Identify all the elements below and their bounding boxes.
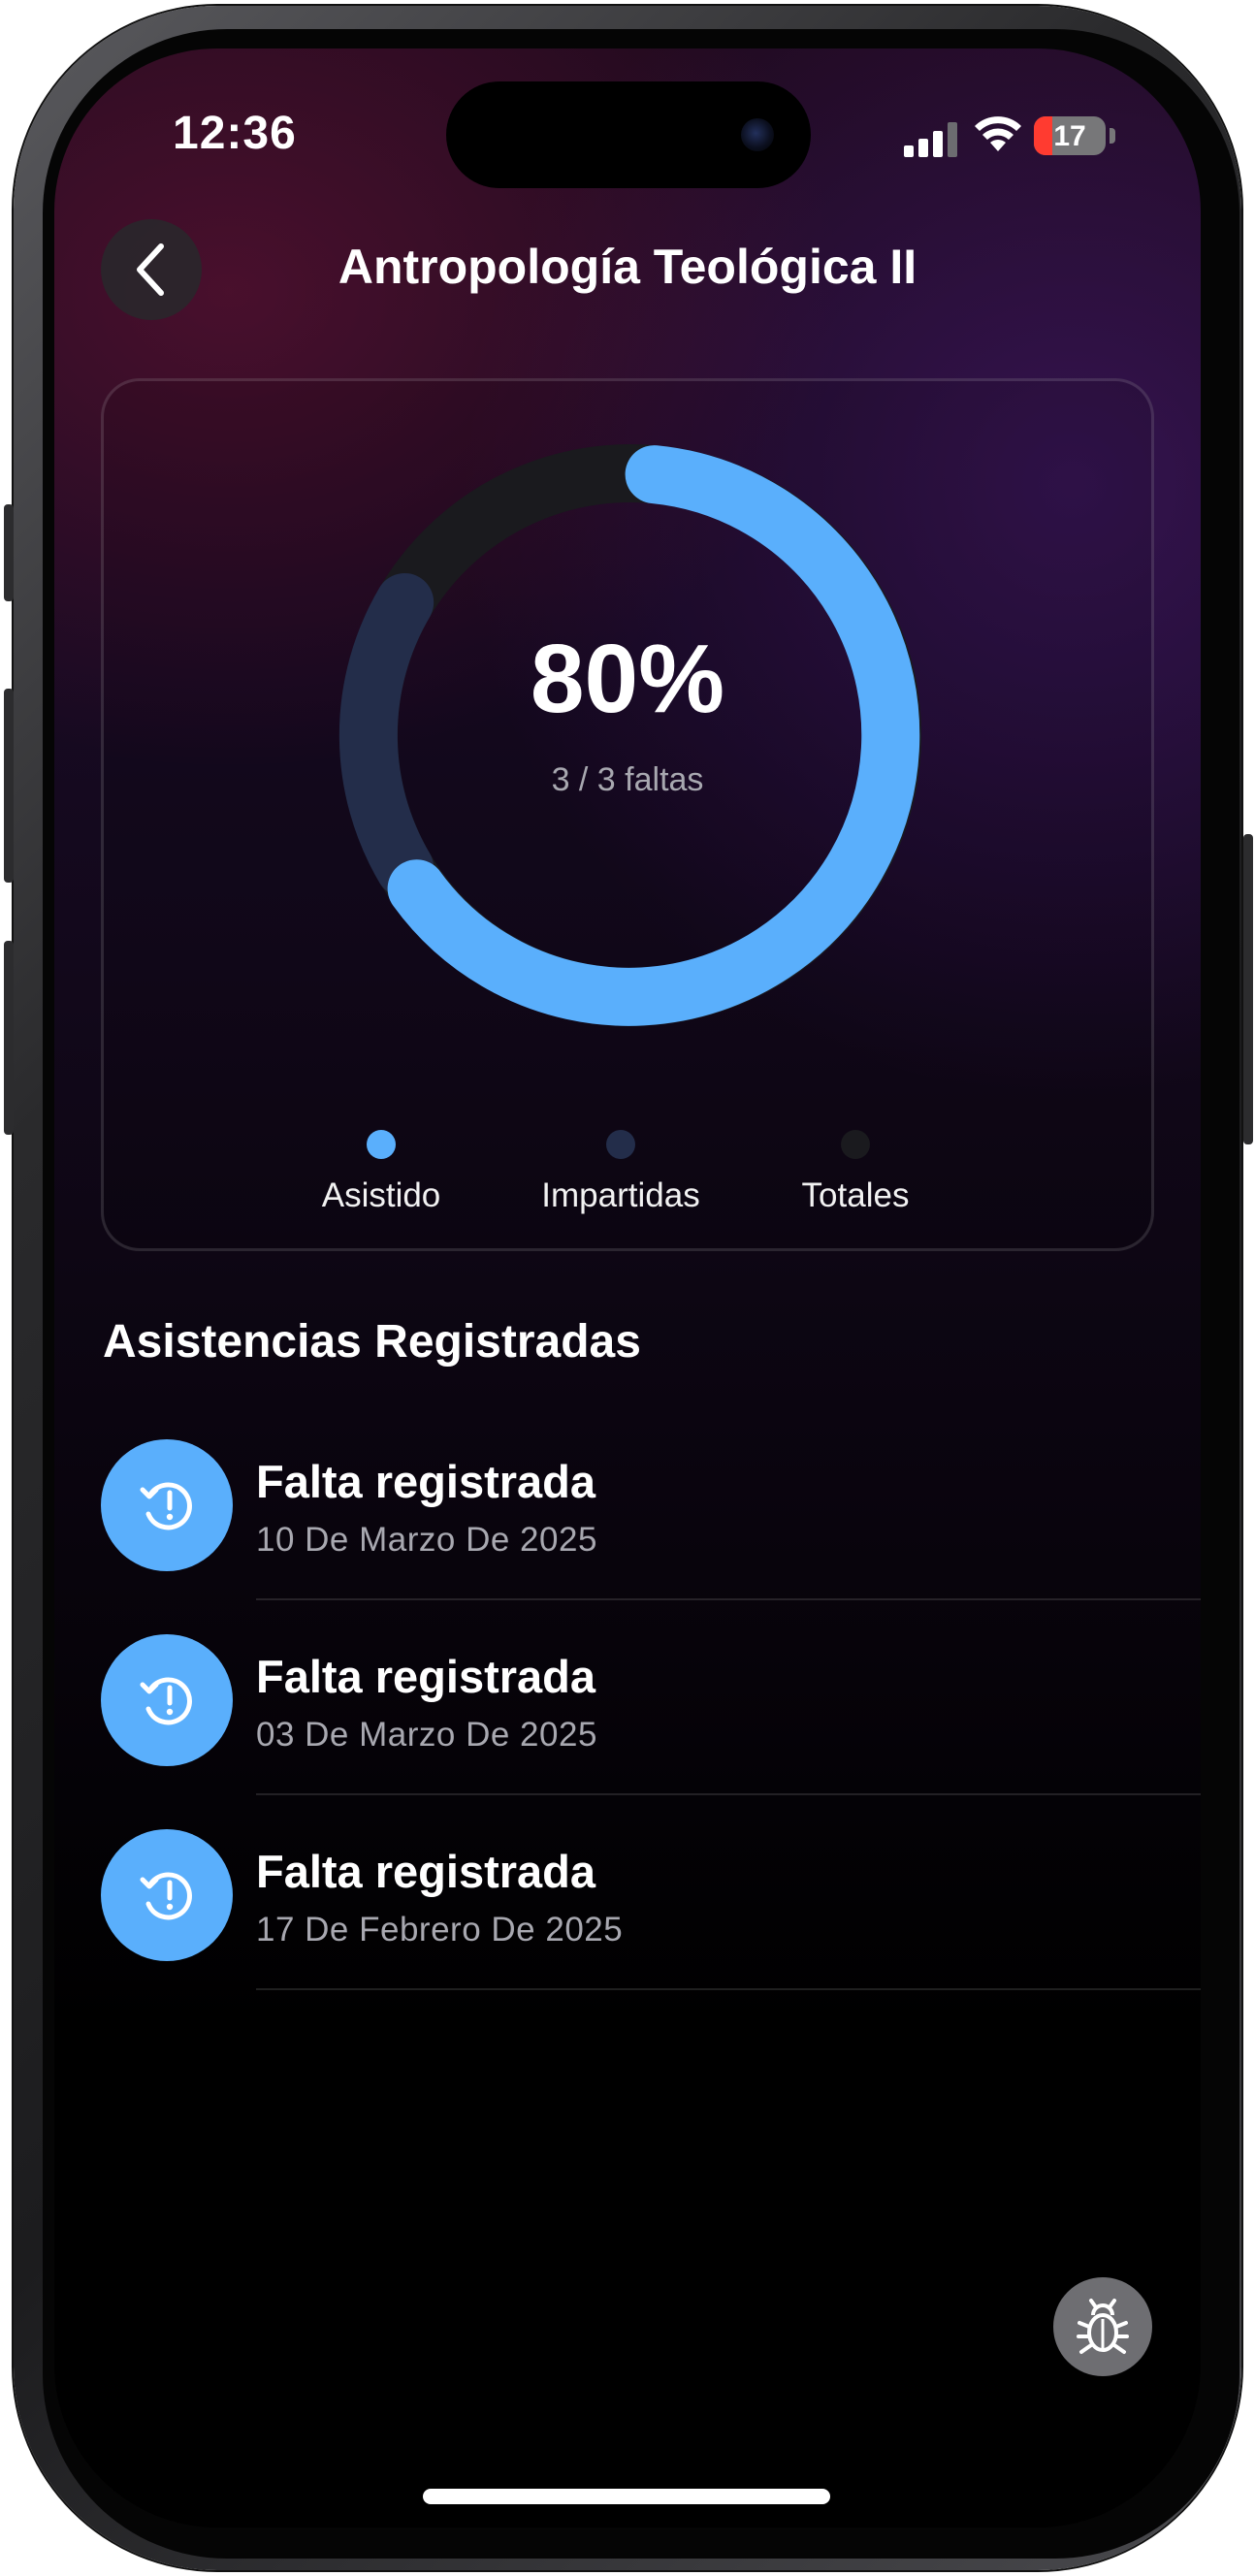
donut-segment-asistido bbox=[387, 445, 920, 1026]
item-title: Falta registrada bbox=[256, 1846, 596, 1897]
item-date: 17 De Febrero De 2025 bbox=[256, 1911, 624, 1948]
battery-cap bbox=[1110, 128, 1115, 144]
legend-item-asistido: Asistido bbox=[265, 1130, 498, 1215]
dynamic-island bbox=[446, 81, 811, 188]
divider bbox=[256, 1598, 1201, 1600]
list-item[interactable]: Falta registrada 10 De Marzo De 2025 bbox=[101, 1439, 1201, 1633]
legend-item-totales: Totales bbox=[739, 1130, 972, 1215]
divider bbox=[256, 1988, 1201, 1990]
legend-dot-asistido bbox=[367, 1130, 396, 1159]
page-title: Antropología Teológica II bbox=[338, 240, 917, 294]
legend-label: Asistido bbox=[321, 1176, 441, 1214]
debug-button[interactable] bbox=[1053, 2277, 1152, 2376]
camera-icon bbox=[741, 118, 774, 151]
history-alert-icon bbox=[101, 1634, 233, 1766]
side-button-volume-up bbox=[4, 689, 14, 883]
status-time: 12:36 bbox=[173, 108, 297, 159]
side-button-volume-down bbox=[4, 941, 14, 1135]
divider bbox=[256, 1793, 1201, 1795]
legend-label: Impartidas bbox=[541, 1176, 700, 1214]
item-title: Falta registrada bbox=[256, 1456, 596, 1507]
attendance-stats-card: 80% 3 / 3 faltas Asistido Impartidas Tot… bbox=[101, 378, 1154, 1251]
absences-count: 3 / 3 faltas bbox=[551, 761, 704, 798]
item-title: Falta registrada bbox=[256, 1651, 596, 1702]
item-date: 10 De Marzo De 2025 bbox=[256, 1521, 597, 1559]
list-item[interactable]: Falta registrada 17 De Febrero De 2025 bbox=[101, 1829, 1201, 2023]
list-item[interactable]: Falta registrada 03 De Marzo De 2025 bbox=[101, 1634, 1201, 1828]
history-alert-icon bbox=[101, 1829, 233, 1961]
side-button-power bbox=[1243, 834, 1253, 1144]
legend-dot-impartidas bbox=[606, 1130, 635, 1159]
history-alert-icon bbox=[140, 1677, 192, 1725]
home-indicator[interactable] bbox=[423, 2489, 830, 2504]
bug-icon bbox=[1077, 2299, 1129, 2354]
section-title: Asistencias Registradas bbox=[103, 1316, 641, 1368]
attendance-donut-chart bbox=[338, 444, 921, 1026]
history-alert-icon bbox=[101, 1439, 233, 1571]
legend-label: Totales bbox=[801, 1176, 910, 1214]
app-screen: 12:36 17 Antropología Teológica II 80% 3… bbox=[54, 48, 1201, 2528]
attendance-percent: 80% bbox=[530, 625, 725, 733]
history-alert-icon bbox=[140, 1872, 192, 1920]
battery-percent: 17 bbox=[1053, 120, 1086, 152]
wifi-icon bbox=[975, 116, 1021, 151]
legend-dot-totales bbox=[841, 1130, 870, 1159]
legend-item-impartidas: Impartidas bbox=[504, 1130, 737, 1215]
history-alert-icon bbox=[140, 1482, 192, 1530]
item-date: 03 De Marzo De 2025 bbox=[256, 1716, 597, 1754]
cellular-signal-icon bbox=[904, 122, 957, 157]
side-button-action bbox=[4, 504, 14, 601]
battery-icon: 17 bbox=[1034, 116, 1106, 155]
